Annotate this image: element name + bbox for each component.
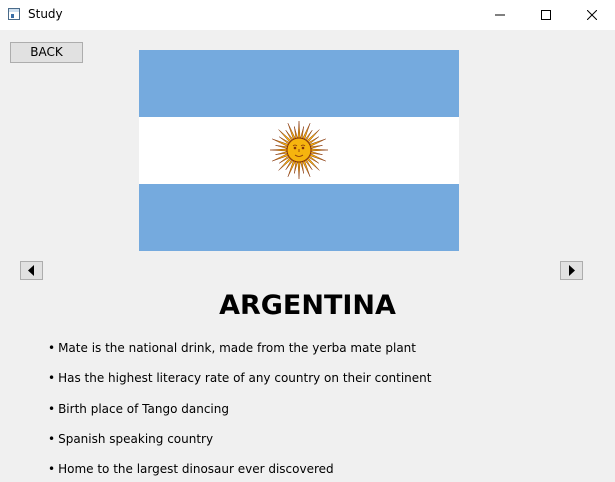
- fact-item: • Spanish speaking country: [48, 431, 214, 446]
- flag-stripe-top: [139, 50, 459, 117]
- flag-of-argentina: [139, 50, 459, 251]
- triangle-left-icon: [28, 265, 34, 276]
- fact-text: Has the highest literacy rate of any cou…: [58, 371, 432, 386]
- title-bar[interactable]: Study: [0, 0, 615, 30]
- triangle-right-icon: [569, 265, 575, 276]
- close-icon: [587, 10, 597, 20]
- back-button[interactable]: BACK: [10, 42, 83, 63]
- maximize-button[interactable]: [523, 0, 569, 30]
- fact-item: • Has the highest literacy rate of any co…: [48, 371, 432, 386]
- fact-text: Spanish speaking country: [58, 431, 214, 446]
- country-name-heading: ARGENTINA: [219, 290, 396, 321]
- minimize-icon: [495, 14, 505, 16]
- fact-item: • Birth place of Tango dancing: [48, 401, 229, 416]
- study-window: Study BACK ARGENTINA • Mate is the natio…: [0, 0, 615, 482]
- maximize-icon: [541, 10, 551, 20]
- minimize-button[interactable]: [477, 0, 523, 30]
- next-button[interactable]: [560, 261, 583, 280]
- fact-text: Home to the largest dinosaur ever discov…: [58, 462, 334, 477]
- window-title: Study: [28, 7, 63, 21]
- fact-item: • Mate is the national drink, made from t…: [48, 341, 416, 355]
- fact-text: Birth place of Tango dancing: [58, 401, 229, 416]
- previous-button[interactable]: [20, 261, 43, 280]
- app-window-icon: [8, 8, 20, 20]
- fact-text: Mate is the national drink, made from th…: [58, 341, 416, 355]
- facts-list: • Mate is the national drink, made from t…: [48, 340, 431, 482]
- fact-item: • Home to the largest dinosaur ever disco…: [48, 462, 334, 477]
- close-button[interactable]: [569, 0, 615, 30]
- flag-stripe-bottom: [139, 184, 459, 251]
